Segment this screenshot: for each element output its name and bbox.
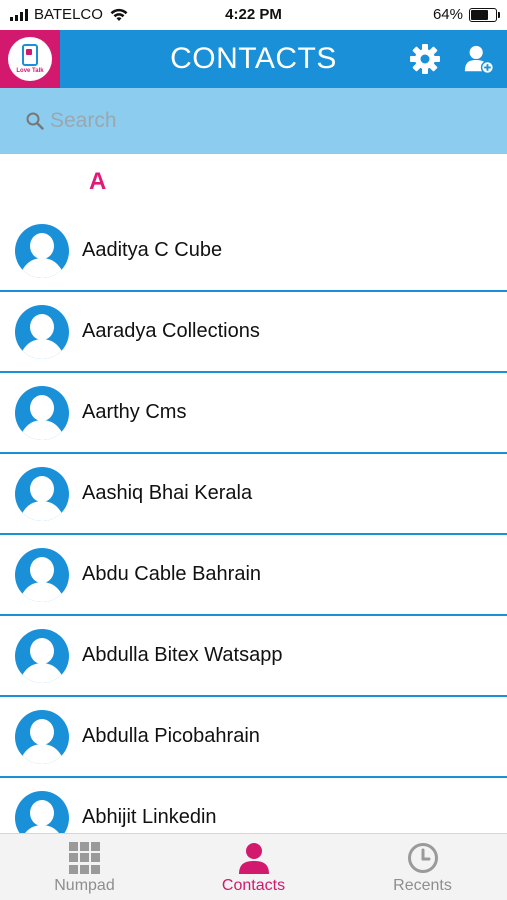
tab-label: Contacts [221,877,286,894]
add-user-icon[interactable] [463,43,495,75]
search-icon [26,112,44,130]
battery-icon [469,7,500,22]
contact-row[interactable]: Aashiq Bhai Kerala [0,454,507,535]
contact-name: Aaditya C Cube [82,239,223,261]
tab-contacts[interactable]: Contacts [169,834,338,900]
contact-row[interactable]: Aaditya C Cube [0,211,507,292]
avatar-icon [15,466,69,521]
contact-name: Abhijit Linkedin [82,806,217,828]
avatar-icon [15,628,69,683]
contact-row[interactable]: Aaradya Collections [0,292,507,373]
contact-row[interactable]: Abdulla Bitex Watsapp [0,616,507,697]
contact-name: Abdu Cable Bahrain [82,563,262,585]
contact-name: Aaradya Collections [82,320,260,342]
person-icon [238,843,269,874]
tab-bar: Numpad Contacts Recents [0,833,507,900]
contact-row[interactable]: Aarthy Cms [0,373,507,454]
avatar-icon [15,709,69,764]
contact-row[interactable]: Abdulla Picobahrain [0,697,507,778]
section-header: A [0,154,507,211]
numpad-grid-icon [68,842,101,874]
contact-name: Abdulla Picobahrain [82,725,260,747]
battery-percent: 64% [432,6,463,23]
avatar-icon [15,304,69,359]
avatar-icon [15,547,69,602]
contact-list: Aaditya C Cube Aaradya Collections Aarth… [0,211,507,859]
settings-gear-icon[interactable] [409,43,441,75]
status-bar: BATELCO 4:22 PM 64% [0,0,507,30]
tab-label: Numpad [54,877,115,894]
avatar-icon [15,385,69,440]
contact-name: Abdulla Bitex Watsapp [82,644,283,666]
search-field-container[interactable] [0,88,507,154]
tab-recents[interactable]: Recents [338,834,507,900]
contact-row[interactable]: Abdu Cable Bahrain [0,535,507,616]
avatar-icon [15,223,69,278]
status-right: 64% [432,6,500,23]
search-bar [0,88,507,154]
contact-name: Aashiq Bhai Kerala [82,482,253,504]
clock-icon [407,843,438,873]
status-time: 4:22 PM [225,6,282,23]
tab-label: Recents [393,877,452,894]
section-letter: A [89,168,107,195]
app-header: Love Talk CONTACTS [0,30,507,88]
tab-numpad[interactable]: Numpad [0,834,169,900]
search-input[interactable] [48,108,452,134]
contact-name: Aarthy Cms [82,401,187,423]
